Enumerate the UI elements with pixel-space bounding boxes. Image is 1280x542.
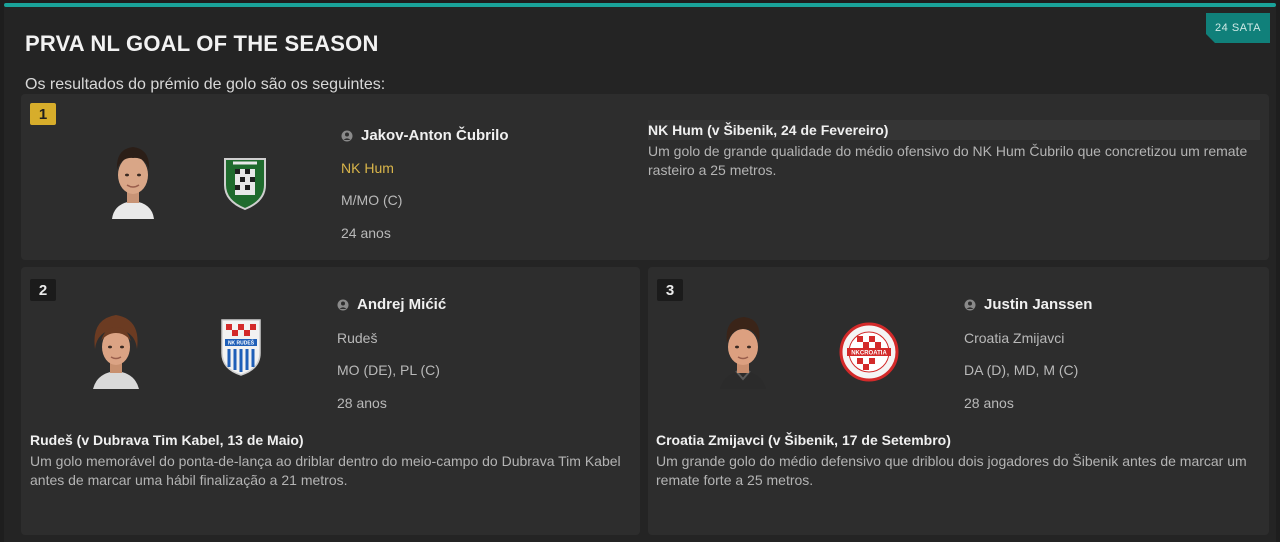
croatia-zmijavci-crest-icon[interactable]: NKCROATIA (839, 322, 899, 382)
player-position: MO (DE), PL (C) (337, 362, 440, 378)
rank-badge: 2 (30, 279, 56, 301)
award-card-first: 1 Jakov-Anton Čubrilo NK Hum M/MO (C) 24… (21, 94, 1269, 260)
player-club[interactable]: Croatia Zmijavci (964, 330, 1064, 346)
player-club[interactable]: NK Hum (341, 160, 394, 176)
player-portrait[interactable] (702, 307, 784, 389)
award-card-third: 3 NKCROATIA Justin Janssen Croatia Zmija… (648, 267, 1269, 535)
person-icon (964, 299, 976, 310)
player-portrait[interactable] (92, 137, 174, 219)
goal-description: Um grande golo do médio defensivo que dr… (656, 453, 1247, 488)
goal-description: Um golo de grande qualidade do médio ofe… (648, 143, 1248, 178)
player-name-label: Jakov-Anton Čubrilo (361, 127, 509, 144)
award-card-second: 2 NK RUDEŠ Andrej Mićić Rudeš MO (DE), P… (21, 267, 640, 535)
top-accent-bar (0, 0, 1280, 7)
player-name[interactable]: Jakov-Anton Čubrilo (341, 127, 509, 144)
page-subtitle: Os resultados do prémio de golo são os s… (25, 76, 386, 93)
player-age: 24 anos (341, 225, 391, 241)
page-title: PRVA NL GOAL OF THE SEASON (25, 31, 379, 56)
person-icon (337, 299, 349, 310)
goal-title: Croatia Zmijavci (v Šibenik, 17 de Setem… (656, 432, 951, 448)
player-position: M/MO (C) (341, 192, 403, 208)
person-icon (341, 130, 353, 141)
player-name-label: Andrej Mićić (357, 296, 447, 313)
time-badge: 24 SATA (1206, 13, 1270, 43)
player-position: DA (D), MD, M (C) (964, 362, 1079, 378)
player-age: 28 anos (337, 395, 387, 411)
player-portrait[interactable] (75, 307, 157, 389)
nk-hum-crest-icon[interactable] (221, 155, 269, 211)
award-panel: 24 SATA PRVA NL GOAL OF THE SEASON Os re… (4, 7, 1276, 542)
rank-badge: 3 (657, 279, 683, 301)
player-club[interactable]: Rudeš (337, 330, 377, 346)
player-age: 28 anos (964, 395, 1014, 411)
player-name[interactable]: Andrej Mićić (337, 296, 446, 313)
player-name[interactable]: Justin Janssen (964, 296, 1092, 313)
crest-text: NKCROATIA (851, 351, 887, 357)
goal-title: NK Hum (v Šibenik, 24 de Fevereiro) (648, 120, 1260, 140)
nk-rudes-crest-icon[interactable]: NK RUDEŠ (219, 317, 263, 377)
rank-badge: 1 (30, 103, 56, 125)
goal-title: Rudeš (v Dubrava Tim Kabel, 13 de Maio) (30, 432, 304, 448)
player-name-label: Justin Janssen (984, 296, 1093, 313)
crest-text: NK RUDEŠ (228, 339, 255, 347)
goal-description: Um golo memorável do ponta-de-lança ao d… (30, 453, 621, 488)
